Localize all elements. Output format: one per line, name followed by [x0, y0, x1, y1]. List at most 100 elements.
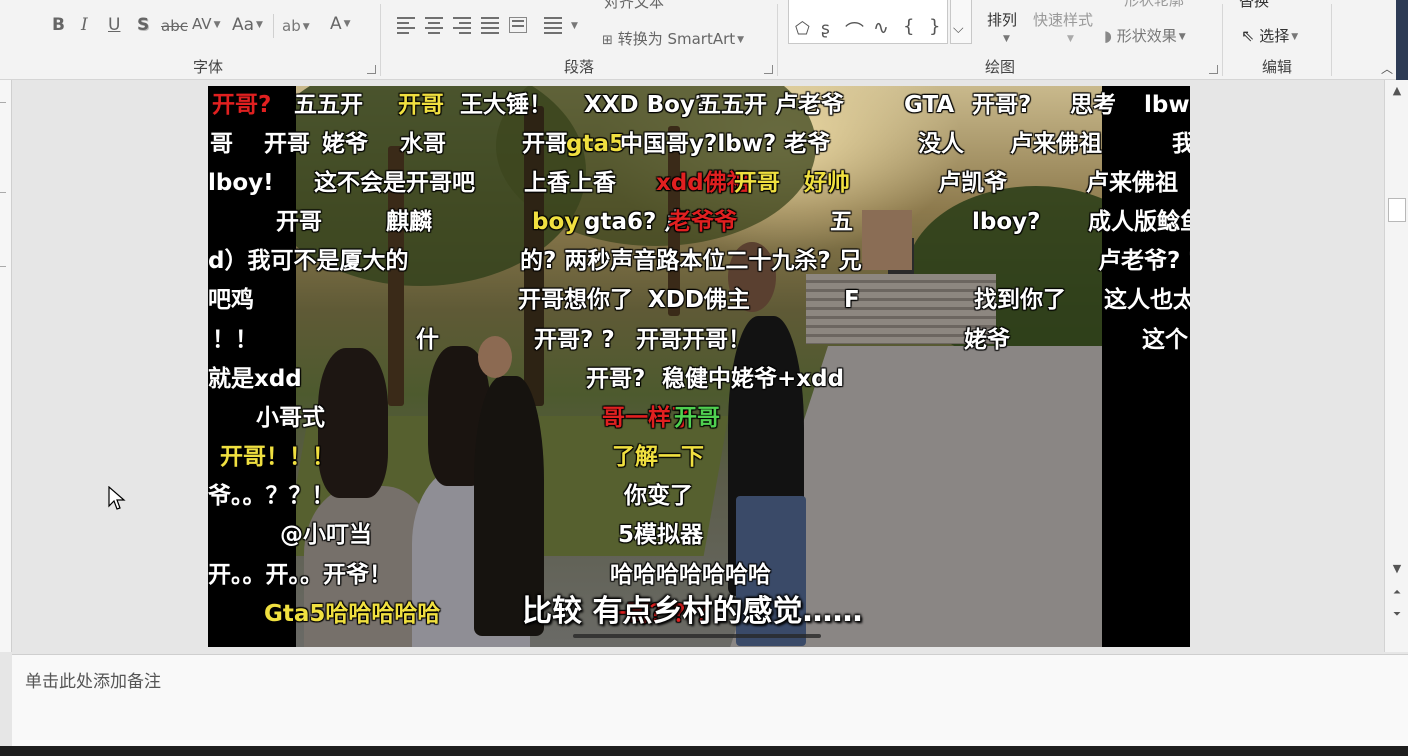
drawing-group: ⬠ ʂ ⌒ ∿ { } ⌵ 排列 ▼ 快速样式 ▼ 形状轮廓 ◗ 形状效果 ▼ 绘…	[778, 0, 1222, 79]
danmaku-comment: 王大锤！	[460, 92, 552, 118]
select-button[interactable]: ⇖ 选择 ▼	[1241, 25, 1298, 46]
align-right-icon[interactable]	[453, 17, 471, 34]
slide-thumbnail-pane[interactable]	[0, 80, 12, 652]
scroll-up-icon[interactable]: ▲	[1387, 82, 1407, 100]
danmaku-comment: 中国哥y?lbw? 老爷	[620, 131, 831, 157]
notes-placeholder[interactable]: 单击此处添加备注	[25, 667, 161, 692]
danmaku-comment: 成人版鲶鱼	[1088, 209, 1190, 235]
danmaku-comment: gta5	[566, 131, 625, 157]
danmaku-comment: 找到你了	[974, 287, 1066, 313]
danmaku-comment: 五五开	[294, 92, 363, 118]
danmaku-comment: 五	[830, 209, 853, 235]
font-dialog-launcher-icon[interactable]	[367, 65, 376, 74]
paragraph-dialog-launcher-icon[interactable]	[764, 65, 773, 74]
shape-effects-button[interactable]: ◗ 形状效果 ▼	[1104, 25, 1186, 46]
chevron-down-icon: ⌵	[953, 21, 964, 37]
chevron-down-icon[interactable]: ▼	[571, 21, 578, 31]
danmaku-comment: XXD Boy?	[584, 92, 709, 118]
align-center-icon[interactable]	[425, 17, 443, 34]
danmaku-comment: 了解一下	[612, 444, 704, 470]
justify-icon[interactable]	[481, 17, 499, 34]
left-brace-icon[interactable]: {	[903, 16, 914, 37]
quick-styles-button[interactable]: 快速样式	[1033, 9, 1093, 30]
danmaku-comment: 好帅	[804, 170, 850, 196]
scrollbar-thumb[interactable]	[1388, 198, 1406, 222]
chevron-down-icon: ▼	[737, 34, 745, 45]
danmaku-comment: 开。。开。。开爷！	[208, 562, 392, 588]
danmaku-comment: 五五开 卢老爷	[698, 92, 845, 118]
danmaku-comment: 开哥	[276, 209, 322, 235]
highlight-button[interactable]: ab ▼	[282, 17, 310, 35]
danmaku-comment: 这个	[1142, 327, 1188, 353]
danmaku-comment: 思考	[1070, 92, 1116, 118]
danmaku-comment: 卢来佛祖	[1086, 170, 1178, 196]
danmaku-comment: lboy?	[972, 209, 1041, 235]
person-hair	[318, 348, 388, 498]
danmaku-comment: 开哥开哥！	[636, 327, 751, 353]
chevron-down-icon: ▼	[1178, 31, 1186, 42]
danmaku-comment: 你变了	[624, 483, 693, 509]
next-slide-icon[interactable]: ⏷	[1387, 606, 1407, 624]
collapse-ribbon-icon[interactable]: ︿	[1381, 60, 1393, 77]
video-subtitle: 比较 有点乡村的感觉……	[522, 594, 863, 629]
group-separator	[1331, 4, 1332, 76]
character-spacing-label: AV	[192, 15, 212, 33]
danmaku-comment: 上香上香	[524, 170, 616, 196]
text-shadow-button[interactable]: S	[137, 15, 149, 35]
kiosk	[862, 210, 912, 270]
arrange-button[interactable]: 排列	[987, 9, 1017, 30]
shapes-gallery-scroll[interactable]: ⌵	[950, 0, 972, 44]
convert-smartart-button[interactable]: ⊞ 转换为 SmartArt ▼	[602, 28, 744, 49]
chevron-down-icon: ▼	[1291, 31, 1299, 42]
video-progress-bar[interactable]	[573, 634, 821, 638]
drawing-dialog-launcher-icon[interactable]	[1209, 65, 1218, 74]
danmaku-comment: 开哥? ?	[534, 327, 615, 353]
vertical-scrollbar[interactable]: ▲ ▼ ⏶ ⏷	[1384, 80, 1408, 652]
paragraph-group-label: 段落	[563, 58, 594, 76]
columns-icon[interactable]	[544, 17, 562, 34]
danmaku-comment: 就是xdd	[208, 366, 302, 392]
chevron-down-icon: ▼	[302, 21, 310, 32]
right-brace-icon[interactable]: }	[929, 16, 940, 37]
freeform-shape-icon[interactable]: ⬠	[795, 19, 810, 39]
change-case-label: Aa	[232, 15, 255, 35]
scroll-down-icon[interactable]: ▼	[1387, 560, 1407, 578]
wave-shape-icon[interactable]: ∿	[873, 17, 889, 39]
paragraph-group: ▼ 对齐文本 ⊞ 转换为 SmartArt ▼ 段落	[381, 0, 777, 79]
character-spacing-button[interactable]: AV ▼	[192, 15, 221, 33]
chevron-down-icon: ▼	[1003, 34, 1010, 44]
chevron-down-icon: ▼	[343, 19, 351, 29]
scribble-shape-icon[interactable]: ʂ	[821, 19, 830, 39]
distributed-icon[interactable]	[509, 17, 527, 33]
editing-group: 替换 ⇖ 选择 ▼ 编辑	[1223, 0, 1331, 79]
change-case-button[interactable]: Aa ▼	[232, 15, 263, 35]
danmaku-comment: 水哥	[400, 131, 446, 157]
strikethrough-button[interactable]: abc	[161, 17, 188, 35]
danmaku-comment: GTA	[904, 92, 955, 118]
window-edge	[1396, 0, 1408, 80]
danmaku-comment: 卢老爷? ?	[1098, 248, 1190, 274]
chevron-down-icon: ▼	[1067, 34, 1074, 44]
powerpoint-window: B I U S abc AV ▼ Aa ▼ ab ▼ A ▼ 字体 ▼ 对齐文本 ⊞ 转…	[0, 0, 1408, 756]
embedded-video[interactable]: 开哥? 五五开 开哥 王大锤！ XXD Boy? 五五开 卢老爷 GTA 开哥? 思考 lbw 哥开…	[208, 86, 1190, 647]
danmaku-comment: lbw	[1144, 92, 1190, 118]
arc-shape-icon[interactable]: ⌒	[845, 17, 864, 44]
danmaku-comment: 开哥?	[212, 92, 272, 118]
replace-button[interactable]: 替换	[1239, 0, 1269, 11]
danmaku-comment: @小叮当	[280, 522, 372, 548]
align-text-button[interactable]: 对齐文本	[604, 0, 664, 12]
underline-button[interactable]: U	[108, 15, 120, 35]
align-left-icon[interactable]	[397, 17, 415, 34]
danmaku-comment: XDD佛主	[648, 287, 750, 313]
danmaku-comment: boy	[532, 209, 580, 235]
font-color-button[interactable]: A ▼	[330, 14, 351, 34]
bold-button[interactable]: B	[52, 15, 65, 35]
notes-pane[interactable]: 单击此处添加备注	[12, 654, 1408, 746]
danmaku-comment: 麒麟	[386, 209, 432, 235]
danmaku-comment: 老爷爷	[668, 209, 737, 235]
shapes-gallery[interactable]: ⬠ ʂ ⌒ ∿ { }	[788, 0, 948, 44]
previous-slide-icon[interactable]: ⏶	[1387, 584, 1407, 602]
danmaku-comment: 吧鸡	[208, 287, 254, 313]
italic-button[interactable]: I	[81, 15, 88, 35]
shape-outline-button[interactable]: 形状轮廓	[1124, 0, 1184, 10]
